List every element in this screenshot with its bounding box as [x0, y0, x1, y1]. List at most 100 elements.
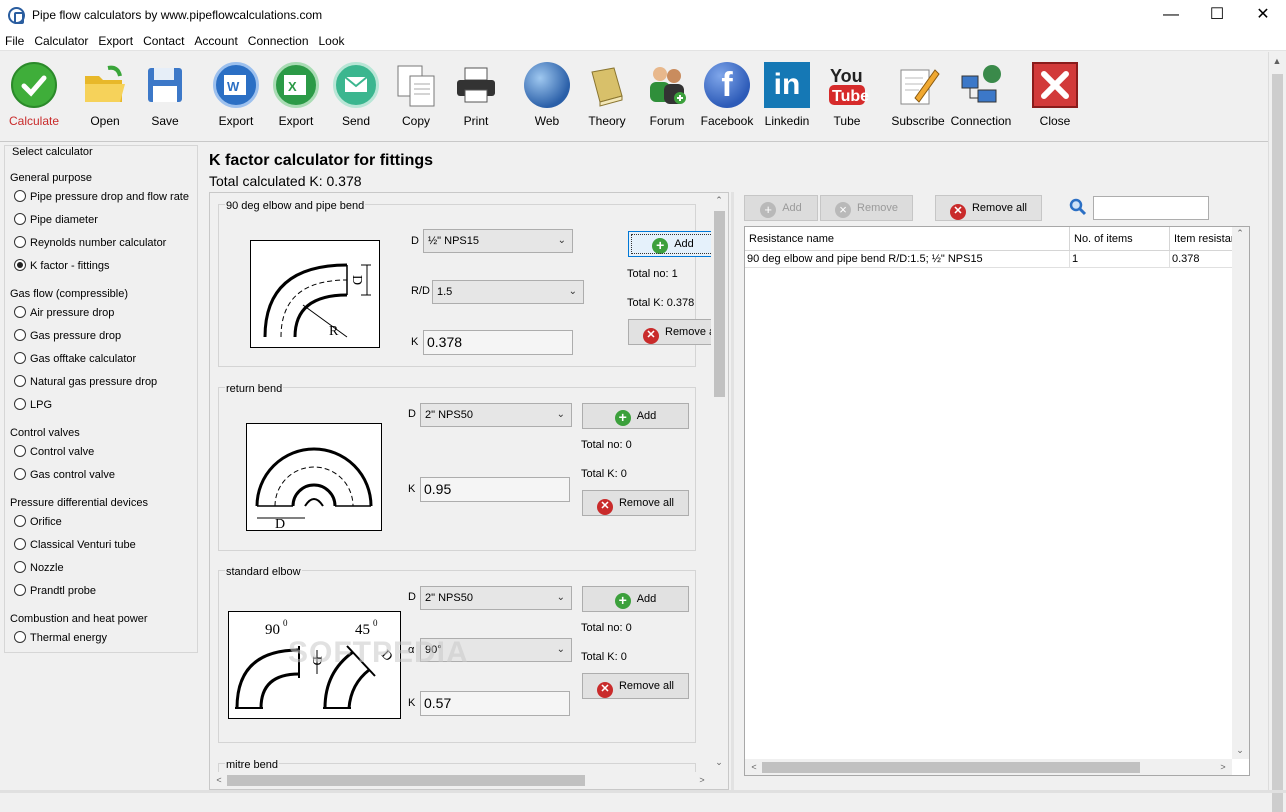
- radio-reynolds-number[interactable]: Reynolds number calculator: [14, 235, 166, 253]
- scroll-up-icon[interactable]: ⌃: [1232, 228, 1248, 239]
- center-vertical-thumb[interactable]: [714, 211, 725, 397]
- scroll-right-icon[interactable]: >: [694, 775, 710, 785]
- total-no: Total no: 1: [627, 268, 678, 280]
- radio-label: Nozzle: [30, 562, 64, 574]
- export-word-button[interactable]: W Export: [206, 52, 266, 140]
- menu-export[interactable]: Export: [93, 31, 138, 49]
- send-button[interactable]: Send: [326, 52, 386, 140]
- radio-air-pressure-drop[interactable]: Air pressure drop: [14, 305, 114, 323]
- table-horizontal-scrollbar[interactable]: < >: [745, 759, 1232, 775]
- panel-splitter[interactable]: [731, 192, 734, 790]
- copy-button[interactable]: Copy: [386, 52, 446, 140]
- scroll-left-icon[interactable]: <: [211, 775, 227, 785]
- menu-file[interactable]: File: [0, 31, 29, 49]
- radio-label: Gas offtake calculator: [30, 353, 137, 365]
- radio-gas-pressure-drop[interactable]: Gas pressure drop: [14, 328, 121, 346]
- remove-all-button[interactable]: ✕ Remove all: [628, 319, 718, 345]
- radio-nozzle[interactable]: Nozzle: [14, 560, 64, 578]
- connection-label: Connection: [950, 114, 1012, 128]
- table-cell-count[interactable]: 1: [1070, 251, 1170, 268]
- subscribe-button[interactable]: Subscribe: [888, 52, 948, 140]
- radio-pipe-diameter[interactable]: Pipe diameter: [14, 212, 98, 230]
- radio-prandtl[interactable]: Prandtl probe: [14, 583, 96, 601]
- scroll-down-icon[interactable]: ⌄: [1232, 745, 1248, 756]
- diameter-select[interactable]: 2" NPS50 ⌄: [420, 586, 572, 610]
- menu-contact[interactable]: Contact: [138, 31, 189, 49]
- save-button[interactable]: Save: [135, 52, 195, 140]
- print-button[interactable]: Print: [446, 52, 506, 140]
- radio-icon: [14, 352, 26, 364]
- print-label: Print: [463, 114, 489, 128]
- add-button[interactable]: + Add: [582, 403, 689, 429]
- close-window-icon[interactable]: ✕: [1240, 0, 1286, 31]
- radio-icon: [14, 468, 26, 480]
- list-remove-all-label: Remove all: [971, 202, 1028, 214]
- window-scrollbar-thumb[interactable]: [1272, 74, 1283, 812]
- close-label: Close: [1039, 114, 1071, 128]
- window-scrollbar[interactable]: ▲: [1268, 52, 1286, 812]
- menu-calculator[interactable]: Calculator: [29, 31, 93, 49]
- list-remove-all-button[interactable]: ✕ Remove all: [935, 195, 1042, 221]
- rd-select[interactable]: 1.5 ⌄: [432, 280, 584, 304]
- add-button[interactable]: + Add: [582, 586, 689, 612]
- column-header-resistance-name[interactable]: Resistance name: [745, 227, 1070, 251]
- radio-label: Orifice: [30, 516, 62, 528]
- scroll-down-icon[interactable]: ⌄: [711, 757, 727, 768]
- menu-look[interactable]: Look: [314, 31, 350, 49]
- list-remove-button[interactable]: × Remove: [820, 195, 913, 221]
- scroll-left-icon[interactable]: <: [746, 762, 762, 772]
- theory-button[interactable]: Theory: [577, 52, 637, 140]
- radio-venturi[interactable]: Classical Venturi tube: [14, 537, 136, 555]
- fittings-panel: 90 deg elbow and pipe bend D R D ½" NPS1…: [209, 192, 729, 790]
- diameter-select[interactable]: ½" NPS15 ⌄: [423, 229, 573, 253]
- return-bend-diagram: D: [246, 423, 382, 532]
- table-horizontal-thumb[interactable]: [762, 762, 1140, 773]
- scroll-right-icon[interactable]: >: [1215, 762, 1231, 772]
- radio-pipe-pressure-drop[interactable]: Pipe pressure drop and flow rate: [14, 189, 189, 207]
- radio-lpg[interactable]: LPG: [14, 397, 52, 415]
- radio-control-valve[interactable]: Control valve: [14, 444, 94, 462]
- calculate-button[interactable]: Calculate: [4, 52, 64, 140]
- youtube-button[interactable]: You Tube Tube: [817, 52, 877, 140]
- radio-k-factor-fittings[interactable]: K factor - fittings: [14, 258, 109, 276]
- center-vertical-scrollbar[interactable]: ⌃ ⌄: [711, 193, 728, 772]
- k-value-field[interactable]: 0.57: [420, 691, 570, 716]
- scroll-up-icon[interactable]: ⌃: [711, 195, 727, 206]
- web-button[interactable]: Web: [517, 52, 577, 140]
- total-k: Total K: 0: [581, 468, 627, 480]
- radio-thermal-energy[interactable]: Thermal energy: [14, 630, 107, 648]
- radio-orifice[interactable]: Orifice: [14, 514, 62, 532]
- forum-button[interactable]: Forum: [637, 52, 697, 140]
- scroll-up-icon[interactable]: ▲: [1269, 56, 1285, 66]
- table-vertical-scrollbar[interactable]: ⌃ ⌄: [1232, 227, 1249, 759]
- menu-account[interactable]: Account: [189, 31, 242, 49]
- radio-gas-control-valve[interactable]: Gas control valve: [14, 467, 115, 485]
- radio-gas-offtake[interactable]: Gas offtake calculator: [14, 351, 136, 369]
- remove-all-button[interactable]: ✕ Remove all: [582, 673, 689, 699]
- maximize-icon[interactable]: ☐: [1194, 0, 1240, 31]
- close-button[interactable]: Close: [1025, 52, 1085, 140]
- table-cell-name[interactable]: 90 deg elbow and pipe bend R/D:1.5; ½" N…: [745, 251, 1070, 268]
- remove-all-button[interactable]: ✕ Remove all: [582, 490, 689, 516]
- open-button[interactable]: Open: [75, 52, 135, 140]
- facebook-button[interactable]: f Facebook: [697, 52, 757, 140]
- menu-connection[interactable]: Connection: [243, 31, 314, 49]
- k-value-field[interactable]: 0.95: [420, 477, 570, 502]
- connection-button[interactable]: Connection: [951, 52, 1011, 140]
- linkedin-button[interactable]: in Linkedin: [757, 52, 817, 140]
- export-excel-button[interactable]: X Export: [266, 52, 326, 140]
- page-title: K factor calculator for fittings: [209, 152, 434, 169]
- minimize-icon[interactable]: —: [1148, 0, 1194, 31]
- k-value-field[interactable]: 0.378: [423, 330, 573, 355]
- add-icon: +: [614, 593, 631, 609]
- title-bar: Pipe flow calculators by www.pipeflowcal…: [0, 0, 1286, 31]
- radio-natural-gas[interactable]: Natural gas pressure drop: [14, 374, 157, 392]
- center-horizontal-scrollbar[interactable]: < >: [210, 772, 711, 789]
- column-header-no-items[interactable]: No. of items: [1070, 227, 1170, 251]
- rd-select-value: 1.5: [437, 286, 453, 298]
- diameter-select[interactable]: 2" NPS50 ⌄: [420, 403, 572, 427]
- center-horizontal-thumb[interactable]: [227, 775, 585, 786]
- add-button[interactable]: + Add: [628, 231, 718, 257]
- search-input[interactable]: [1093, 196, 1209, 220]
- list-add-button[interactable]: + Add: [744, 195, 818, 221]
